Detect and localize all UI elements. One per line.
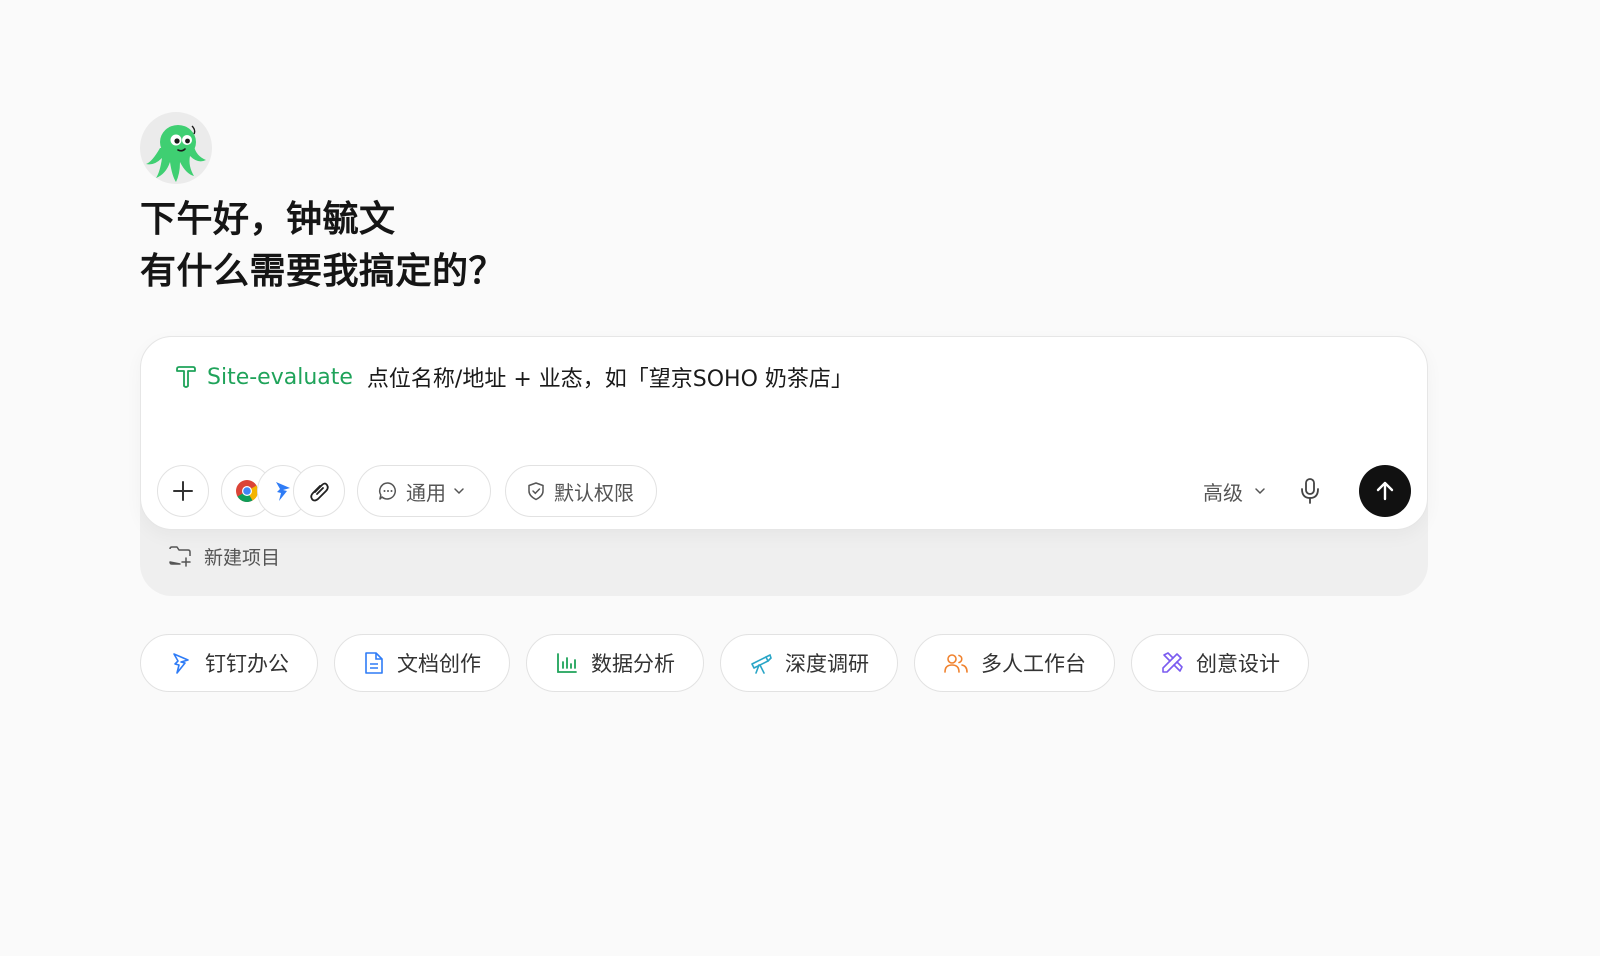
prompt-input[interactable]: Site-evaluate 点位名称/地址 + 业态，如「望京SOHO 奶茶店」 [175,361,853,393]
chrome-icon [236,480,258,502]
mode-label: 通用 [406,480,446,505]
telescope-icon [751,653,772,674]
permission-selector[interactable]: 默认权限 [505,465,657,517]
quick-action-data-analysis[interactable]: 数据分析 [526,634,704,692]
shield-check-icon [528,482,544,501]
home-page: 下午好，钟毓文 有什么需要我搞定的？ Site-evaluate 点位名称/地址… [0,0,1600,956]
prompt-input-text[interactable]: 点位名称/地址 + 业态，如「望京SOHO 奶茶店」 [367,361,853,393]
microphone-icon [1301,478,1319,504]
octopus-mascot-icon [146,125,206,182]
prompt-composer[interactable]: Site-evaluate 点位名称/地址 + 业态，如「望京SOHO 奶茶店」 [140,336,1428,530]
quick-action-label: 创意设计 [1196,652,1280,676]
quick-actions: 钉钉办公 文档创作 数据分析 深度调研 多人工作台 创意设计 [140,634,1309,692]
quick-action-label: 深度调研 [785,652,869,676]
greeting-heading: 下午好，钟毓文 有什么需要我搞定的？ [140,194,505,298]
greeting-line-1: 下午好，钟毓文 [140,199,396,240]
composer-container: Site-evaluate 点位名称/地址 + 业态，如「望京SOHO 奶茶店」 [140,336,1428,596]
assistant-avatar [140,112,212,184]
folder-plus-icon [169,546,191,567]
chevron-down-icon [454,488,464,495]
mode-selector[interactable]: 通用 [357,465,491,517]
advanced-label: 高级 [1203,480,1243,505]
advanced-dropdown[interactable]: 高级 [1203,465,1267,517]
dingtalk-outline-icon [173,653,189,674]
quick-action-design[interactable]: 创意设计 [1131,634,1309,692]
quick-action-label: 数据分析 [591,652,675,676]
greeting-line-2: 有什么需要我搞定的？ [140,251,506,292]
chat-bubble-icon [378,482,396,500]
new-project-button[interactable]: 新建项目 [168,542,280,570]
dingtalk-icon [276,482,290,501]
quick-action-workspace[interactable]: 多人工作台 [914,634,1115,692]
plus-icon [173,481,193,501]
chevron-down-icon [1255,488,1265,495]
design-icon [1162,652,1183,673]
permission-label: 默认权限 [554,480,634,505]
quick-action-label: 钉钉办公 [205,652,289,676]
voice-input-button[interactable] [1299,477,1321,509]
attach-app-button[interactable] [293,465,345,517]
send-button[interactable] [1359,465,1411,517]
quick-action-label: 多人工作台 [981,652,1086,676]
document-icon [365,652,383,674]
attach-icon [310,482,329,502]
quick-action-label: 文档创作 [397,652,481,676]
quick-action-document[interactable]: 文档创作 [334,634,510,692]
add-button[interactable] [157,465,209,517]
skill-tag[interactable]: Site-evaluate [207,365,353,390]
quick-action-research[interactable]: 深度调研 [720,634,898,692]
users-icon [944,654,968,673]
quick-action-dingtalk[interactable]: 钉钉办公 [140,634,318,692]
connected-apps[interactable] [221,465,345,517]
new-project-label: 新建项目 [204,546,281,569]
arrow-up-icon [1376,481,1394,501]
bar-chart-icon [557,653,577,673]
skill-t-icon [176,366,196,388]
composer-toolbar: 通用 默认权限 高级 [157,465,1411,517]
